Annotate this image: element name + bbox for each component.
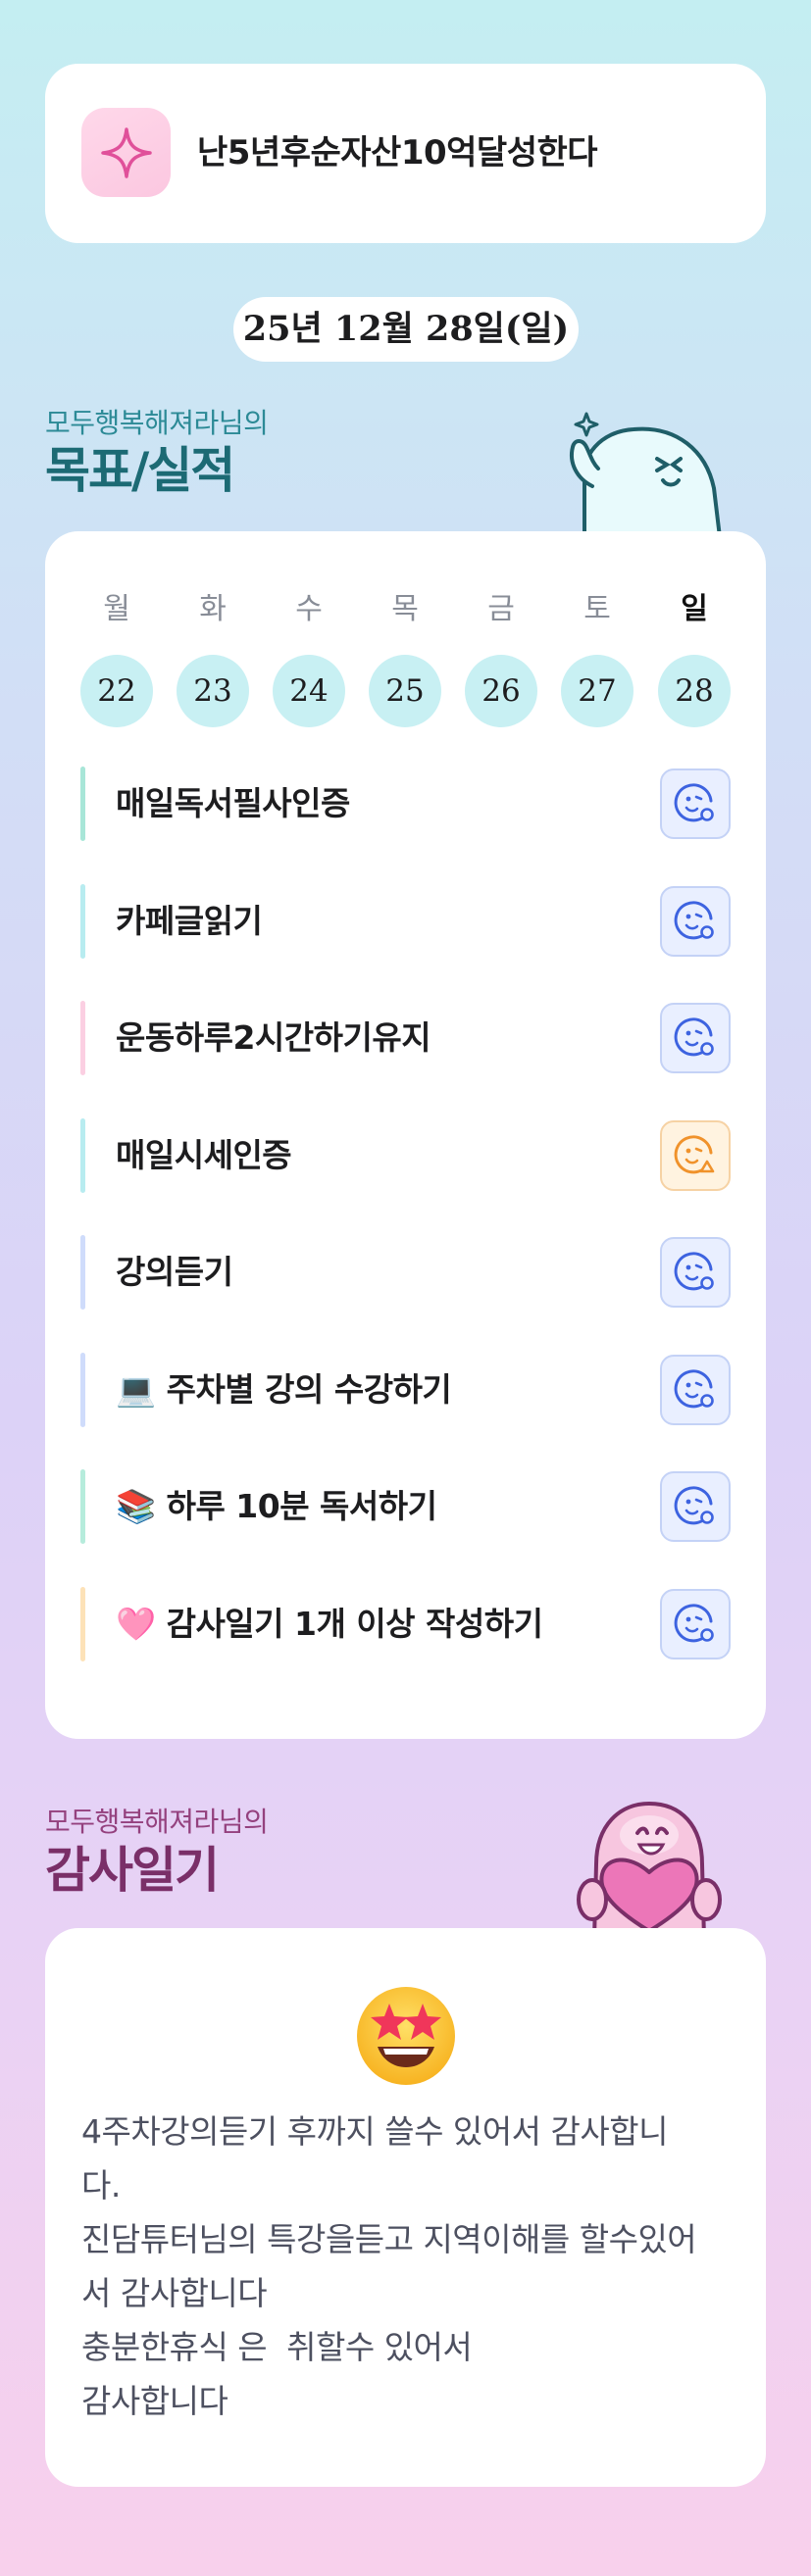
day-label: 목 [391, 592, 419, 626]
day-label: 일 [681, 592, 708, 626]
day-label: 월 [103, 592, 130, 626]
thanks-section-title: 감사일기 [45, 1842, 220, 1899]
day-date: 28 [658, 655, 731, 727]
smile-check-icon[interactable] [660, 885, 731, 957]
day-tue[interactable]: 화 23 [177, 590, 249, 727]
task-color-bar [80, 1586, 85, 1661]
task-row[interactable]: 매일시세인증 [80, 1117, 731, 1193]
gratitude-journal-text: 4주차강의듣기 후까지 쓸수 있어서 감사합니 다. 진담튜터님의 특강을듣고 … [81, 2112, 697, 2420]
task-color-bar [80, 1352, 85, 1427]
smile-check-icon[interactable] [660, 1588, 731, 1660]
smile-check-icon[interactable] [660, 1003, 731, 1073]
day-fri[interactable]: 금 26 [465, 590, 537, 727]
day-wed[interactable]: 수 24 [273, 590, 345, 727]
day-date: 22 [80, 655, 153, 727]
task-label: 카페글읽기 [116, 901, 263, 940]
ghost-mascot-icon [559, 390, 732, 539]
task-row[interactable]: 카페글읽기 [80, 883, 731, 959]
task-color-bar [80, 1469, 85, 1544]
smile-check-icon[interactable] [660, 768, 731, 839]
goal-title: 난5년후순자산10억달성한다 [197, 133, 598, 173]
goal-card[interactable]: 난5년후순자산10억달성한다 [45, 64, 766, 243]
day-label: 화 [199, 592, 227, 626]
day-date: 27 [561, 655, 634, 727]
task-label: 매일시세인증 [116, 1135, 292, 1174]
day-sun[interactable]: 일 28 [658, 590, 731, 727]
task-color-bar [80, 1001, 85, 1075]
task-color-bar [80, 767, 85, 841]
weekly-goals-card: 월 22 화 23 수 24 목 25 금 26 토 27 일 28 매일독서필… [45, 531, 766, 1739]
task-color-bar [80, 1235, 85, 1310]
task-label: 💻 주차별 강의 수강하기 [116, 1369, 452, 1409]
day-date: 26 [465, 655, 537, 727]
task-row[interactable]: 운동하루2시간하기유지 [80, 1001, 731, 1075]
smile-check-icon[interactable] [660, 1354, 731, 1425]
day-sat[interactable]: 토 27 [561, 590, 634, 727]
gratitude-journal-card: 4주차강의듣기 후까지 쓸수 있어서 감사합니 다. 진담튜터님의 특강을듣고 … [45, 1928, 766, 2487]
task-label: 🩷 감사일기 1개 이상 작성하기 [116, 1604, 543, 1643]
goals-section-title: 목표/실적 [45, 442, 235, 499]
day-date: 25 [369, 655, 441, 727]
day-label: 수 [295, 592, 323, 626]
day-date: 24 [273, 655, 345, 727]
task-label: 매일독서필사인증 [116, 784, 350, 822]
task-row[interactable]: 📚 하루 10분 독서하기 [80, 1469, 731, 1544]
day-thu[interactable]: 목 25 [369, 590, 441, 727]
smile-warning-icon[interactable] [660, 1119, 731, 1191]
smile-check-icon[interactable] [660, 1471, 731, 1542]
task-row[interactable]: 🩷 감사일기 1개 이상 작성하기 [80, 1586, 731, 1661]
star-struck-emoji-icon [354, 1984, 458, 2088]
pink-heart-mascot-icon [559, 1784, 732, 1941]
task-color-bar [80, 883, 85, 959]
task-color-bar [80, 1117, 85, 1193]
date-label[interactable]: 25년 12월 28일(일) [233, 297, 579, 362]
task-row[interactable]: 💻 주차별 강의 수강하기 [80, 1352, 731, 1427]
sparkle-icon [81, 108, 171, 197]
task-label: 운동하루2시간하기유지 [116, 1018, 431, 1057]
day-label: 토 [583, 592, 611, 626]
task-label: 강의듣기 [116, 1253, 233, 1291]
day-mon[interactable]: 월 22 [80, 590, 153, 727]
task-row[interactable]: 매일독서필사인증 [80, 767, 731, 841]
task-label: 📚 하루 10분 독서하기 [116, 1487, 437, 1525]
smile-check-icon[interactable] [660, 1237, 731, 1308]
day-label: 금 [487, 592, 515, 626]
day-date: 23 [177, 655, 249, 727]
task-row[interactable]: 강의듣기 [80, 1235, 731, 1310]
